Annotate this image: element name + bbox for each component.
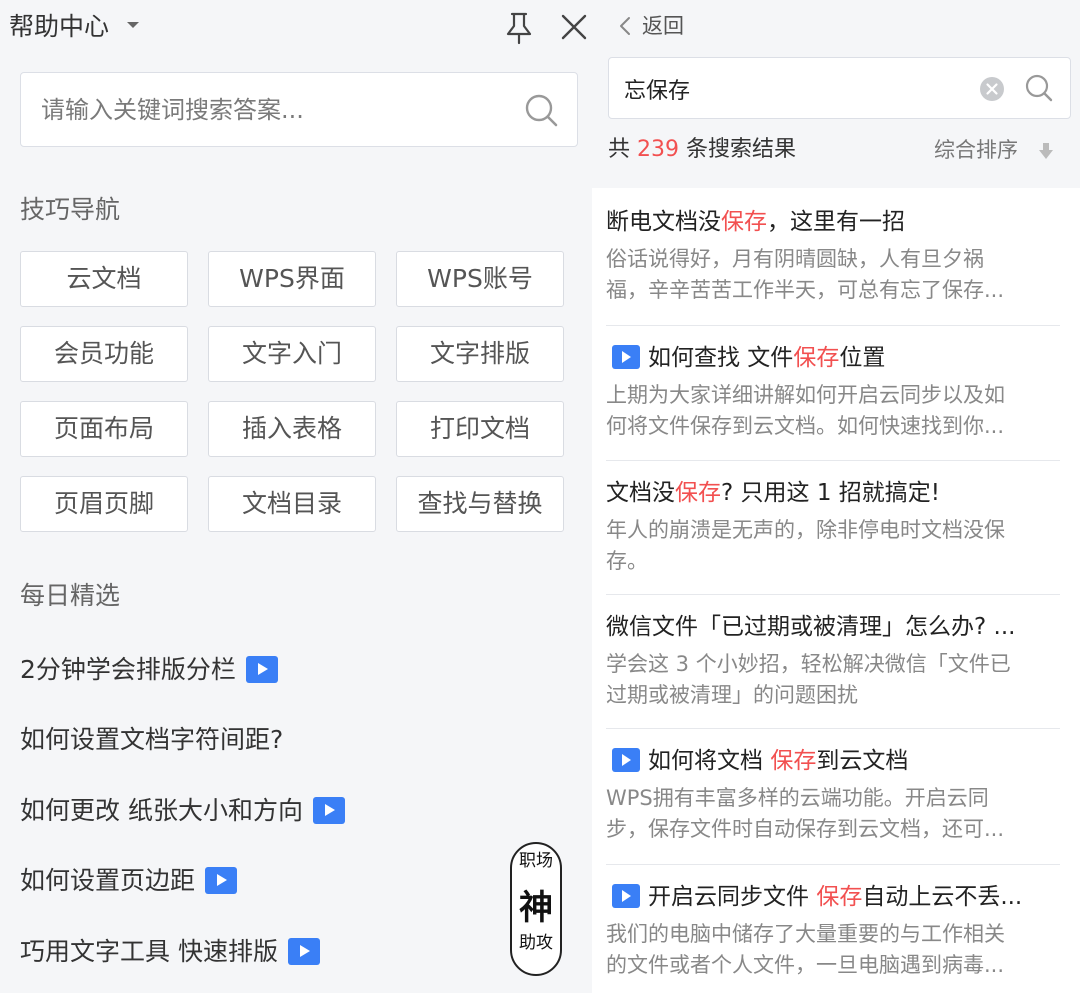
pin-icon[interactable] [500, 8, 538, 46]
nav-tag[interactable]: 文字排版 [396, 326, 564, 382]
seal-middle-text: 神 [519, 888, 553, 928]
sort-button[interactable]: 综合排序 [934, 134, 1018, 166]
result-divider [606, 460, 1060, 461]
search-results-header: 返回 共 239 条搜索结果 综合排序 [592, 0, 1080, 188]
help-search-box[interactable] [20, 72, 578, 147]
nav-tag[interactable]: 会员功能 [20, 326, 188, 382]
daily-item-label: 如何设置页边距 [20, 866, 196, 895]
result-snippet: 学会这 3 个小妙招，轻松解决微信「文件已 过期或被清理」的问题困扰 [606, 652, 1011, 707]
daily-item-label: 如何设置文档字符间距? [20, 725, 284, 754]
nav-tag[interactable]: 页眉页脚 [20, 476, 188, 532]
result-title: 开启云同步文件 保存自动上云不丢... [606, 881, 1060, 913]
result-divider [606, 325, 1060, 326]
play-icon [612, 747, 640, 772]
watermark-seal: 职场 神 助攻 [510, 842, 562, 976]
daily-item[interactable]: 如何设置页边距 [20, 862, 238, 900]
nav-tag[interactable]: 打印文档 [396, 401, 564, 457]
daily-item-label: 2分钟学会排版分栏 [20, 655, 236, 684]
result-title: 如何查找 文件保存位置 [606, 342, 1060, 374]
search-icon[interactable] [1023, 72, 1055, 104]
daily-item[interactable]: 如何更改 纸张大小和方向 [20, 792, 345, 830]
play-icon [287, 937, 320, 965]
result-snippet: 年人的崩溃是无声的，除非停电时文档没保 存。 [606, 518, 1005, 573]
play-icon [612, 344, 640, 369]
help-search-input[interactable] [41, 91, 521, 129]
daily-item[interactable]: 巧用文字工具 快速排版 [20, 933, 320, 971]
result-count: 共 239 条搜索结果 [608, 134, 796, 166]
play-icon [312, 796, 345, 824]
play-icon [245, 655, 278, 683]
daily-item[interactable]: 如何设置文档字符间距? [20, 721, 283, 759]
search-results-panel: 返回 共 239 条搜索结果 综合排序 断电文档没保存，这里有一招 俗话说得好，… [592, 0, 1080, 993]
nav-tag[interactable]: 查找与替换 [396, 476, 564, 532]
result-search-input[interactable] [624, 70, 964, 108]
play-icon [612, 883, 640, 908]
result-title: 断电文档没保存，这里有一招 [606, 209, 905, 235]
result-count-prefix: 共 [608, 137, 631, 162]
result-divider [606, 728, 1060, 729]
search-result-item[interactable]: 如何查找 文件保存位置 上期为大家详细讲解如何开启云同步以及如 何将文件保存到云… [606, 342, 1060, 442]
chevron-left-icon [620, 17, 630, 35]
result-snippet: 俗话说得好，月有阴晴圆缺，人有旦夕祸 福，辛辛苦苦工作半天，可总有忘了保存... [606, 247, 1005, 302]
play-icon [205, 866, 238, 894]
sort-down-icon[interactable] [1038, 142, 1054, 160]
nav-tag[interactable]: 页面布局 [20, 401, 188, 457]
search-result-item[interactable]: 断电文档没保存，这里有一招 俗话说得好，月有阴晴圆缺，人有旦夕祸 福，辛辛苦苦工… [606, 206, 1060, 306]
daily-item[interactable]: 2分钟学会排版分栏 [20, 651, 278, 689]
result-title: 微信文件「已过期或被清理」怎么办? ... [606, 614, 1016, 640]
help-center-header: 帮助中心 [0, 0, 592, 54]
nav-tag[interactable]: WPS账号 [396, 251, 564, 307]
result-count-number: 239 [637, 137, 680, 162]
result-snippet: WPS拥有丰富多样的云端功能。开启云同 步，保存文件时自动保存到云文档，还可..… [606, 786, 1005, 841]
back-label: 返回 [642, 14, 684, 38]
daily-item-label: 巧用文字工具 快速排版 [20, 937, 278, 966]
search-result-item[interactable]: 微信文件「已过期或被清理」怎么办? ... 学会这 3 个小妙招，轻松解决微信「… [606, 611, 1060, 711]
daily-section-title: 每日精选 [20, 581, 121, 610]
nav-tag[interactable]: 插入表格 [208, 401, 376, 457]
nav-tag[interactable]: WPS界面 [208, 251, 376, 307]
result-snippet: 上期为大家详细讲解如何开启云同步以及如 何将文件保存到云文档。如何快速找到你..… [606, 383, 1005, 438]
nav-section-title: 技巧导航 [20, 195, 121, 224]
seal-top-text: 职场 [519, 851, 553, 871]
search-result-item[interactable]: 开启云同步文件 保存自动上云不丢... 我们的电脑中储存了大量重要的与工作相关 … [606, 881, 1060, 981]
nav-tag[interactable]: 文字入门 [208, 326, 376, 382]
nav-tag[interactable]: 云文档 [20, 251, 188, 307]
search-result-item[interactable]: 文档没保存? 只用这 1 招就搞定! 年人的崩溃是无声的，除非停电时文档没保 存… [606, 477, 1060, 577]
seal-bottom-text: 助攻 [519, 933, 553, 953]
result-title: 如何将文档 保存到云文档 [606, 745, 1060, 777]
nav-tag[interactable]: 文档目录 [208, 476, 376, 532]
caret-down-icon[interactable] [127, 22, 139, 28]
result-snippet: 我们的电脑中储存了大量重要的与工作相关 的文件或者个人文件，一旦电脑遇到病毒..… [606, 922, 1005, 977]
result-divider [606, 594, 1060, 595]
search-icon[interactable] [521, 90, 561, 130]
search-result-item[interactable]: 如何将文档 保存到云文档 WPS拥有丰富多样的云端功能。开启云同 步，保存文件时… [606, 745, 1060, 845]
help-center-panel: 帮助中心 技巧导航 云文档 WPS界面 WPS账号 会员功能 文字入门 文字排版… [0, 0, 592, 993]
close-icon[interactable] [556, 9, 592, 45]
help-center-title[interactable]: 帮助中心 [9, 10, 109, 44]
result-count-suffix: 条搜索结果 [686, 137, 797, 162]
result-search-box[interactable] [608, 57, 1071, 119]
daily-item-label: 如何更改 纸张大小和方向 [20, 796, 303, 825]
result-divider [606, 864, 1060, 865]
result-title: 文档没保存? 只用这 1 招就搞定! [606, 480, 940, 506]
clear-icon[interactable] [979, 76, 1005, 102]
